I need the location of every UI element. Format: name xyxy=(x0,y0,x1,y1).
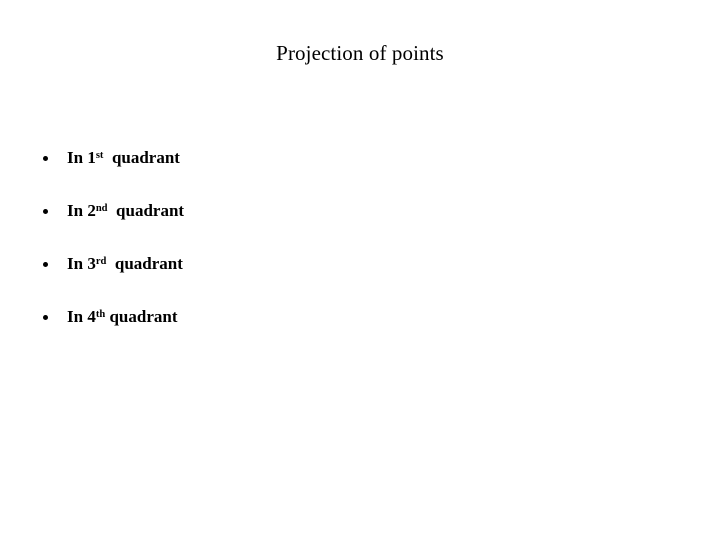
list-item-label: In 1st quadrant xyxy=(67,148,180,171)
list-item-prefix: In 4 xyxy=(67,307,96,326)
list-item-label: In 2nd quadrant xyxy=(67,201,184,224)
page-title: Projection of points xyxy=(276,41,444,65)
list-item-prefix: In 3 xyxy=(67,254,96,273)
slide-canvas: Projection of points In 1st quadrant In … xyxy=(0,0,720,540)
list-item[interactable]: In 3rd quadrant xyxy=(0,254,720,307)
list-item[interactable]: In 2nd quadrant xyxy=(0,201,720,254)
bullet-dot-icon xyxy=(43,209,48,214)
bullet-list: In 1st quadrant In 2nd quadrant In 3rd q… xyxy=(0,148,720,360)
ordinal-superscript: st xyxy=(95,150,104,162)
list-item-trailing: quadrant xyxy=(107,201,185,220)
ordinal-superscript: rd xyxy=(95,256,107,268)
list-item-trailing: quadrant xyxy=(106,254,183,273)
bullet-dot-icon xyxy=(43,156,48,161)
list-item-label: In 3rd quadrant xyxy=(67,254,183,277)
list-item-prefix: In 1 xyxy=(67,148,96,167)
list-item[interactable]: In 4th quadrant xyxy=(0,307,720,360)
bullet-dot-icon xyxy=(43,315,48,320)
list-item[interactable]: In 1st quadrant xyxy=(0,148,720,201)
list-item-trailing: quadrant xyxy=(105,307,178,326)
ordinal-superscript: th xyxy=(95,309,106,321)
list-item-trailing: quadrant xyxy=(103,148,180,167)
bullet-dot-icon xyxy=(43,262,48,267)
list-item-prefix: In 2 xyxy=(67,201,96,220)
list-item-label: In 4th quadrant xyxy=(67,307,177,330)
ordinal-superscript: nd xyxy=(95,203,108,215)
